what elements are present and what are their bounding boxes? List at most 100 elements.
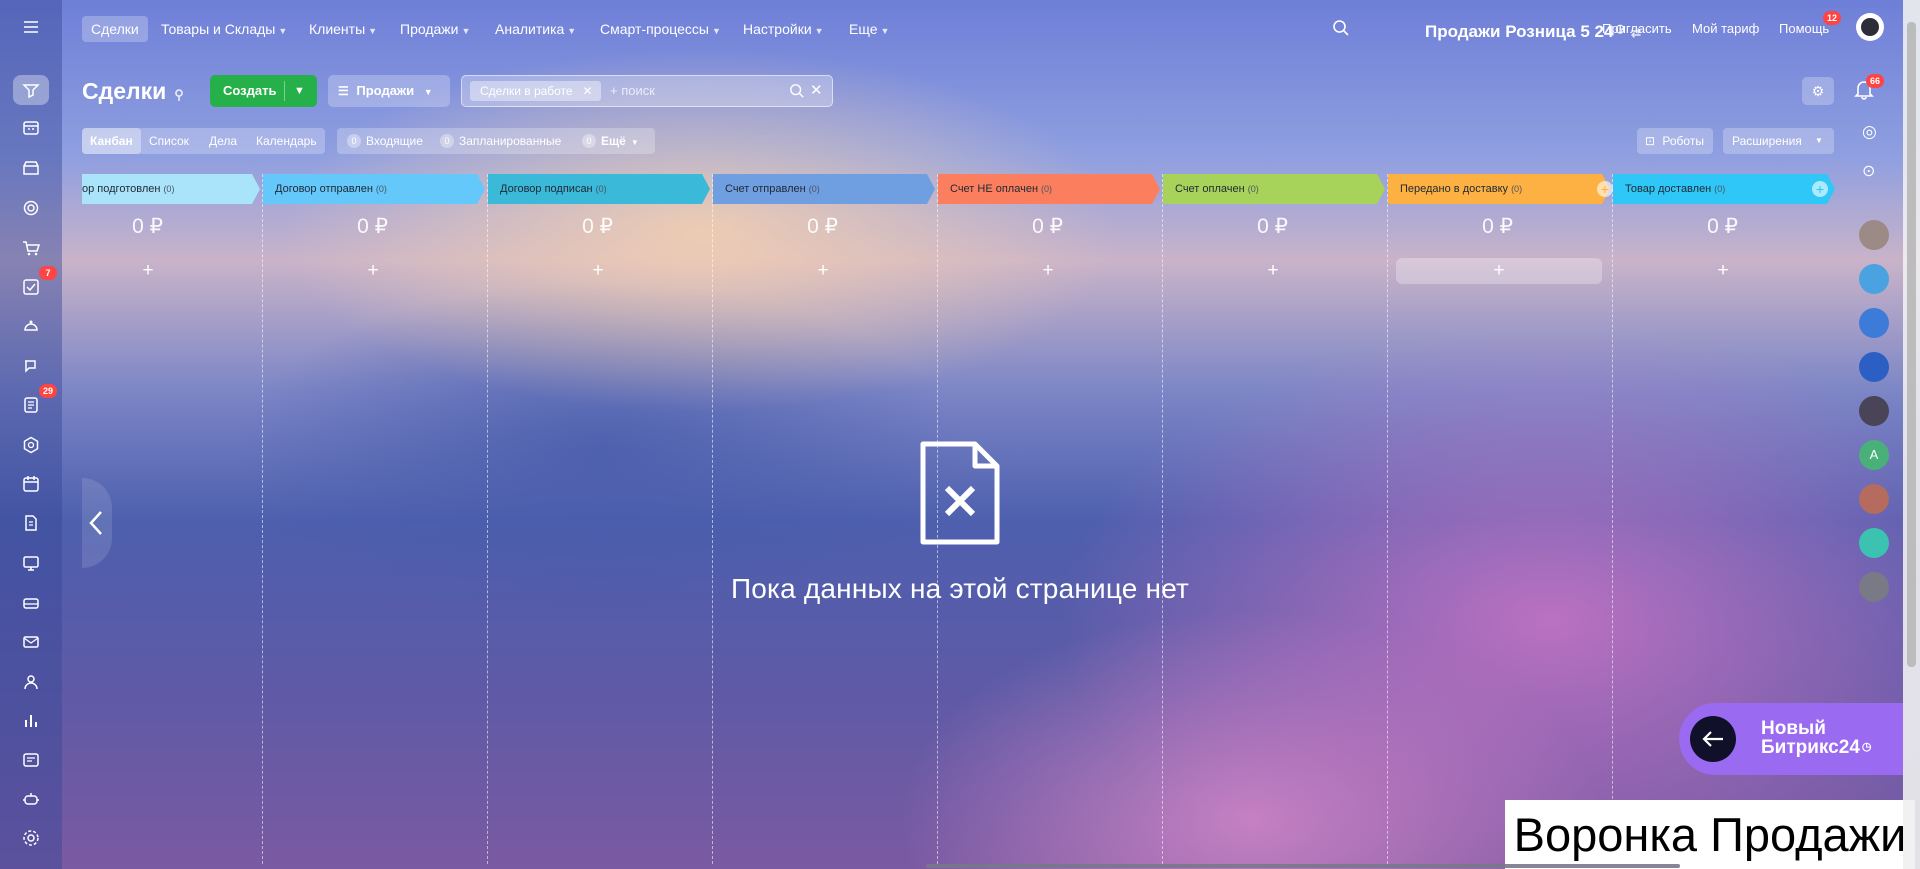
- copilot-icon[interactable]: ◎: [1862, 122, 1877, 142]
- hexagon-icon[interactable]: [13, 430, 49, 460]
- help-button[interactable]: Помощь: [1779, 16, 1829, 42]
- nav-sales[interactable]: Продажи ▼: [391, 16, 479, 42]
- chart-icon[interactable]: [13, 706, 49, 736]
- nav-clients[interactable]: Клиенты ▼: [300, 16, 386, 42]
- chevron-down-icon: ▼: [630, 138, 639, 147]
- create-button[interactable]: Создать ▼: [210, 75, 317, 107]
- quick-add-button[interactable]: +: [45, 258, 251, 284]
- chevron-down-icon: ▼: [278, 26, 288, 36]
- view-list[interactable]: Список: [141, 128, 197, 154]
- extensions-button[interactable]: Расширения ▼: [1723, 128, 1834, 154]
- invite-button[interactable]: Пригласить: [1602, 16, 1672, 42]
- avatar[interactable]: [1859, 352, 1889, 382]
- scroll-left-button[interactable]: [82, 478, 112, 568]
- search-icon[interactable]: [789, 83, 805, 104]
- stage-header[interactable]: Товар доставлен (0): [1613, 174, 1835, 204]
- counter-planned[interactable]: 0 Запланированные: [440, 128, 561, 154]
- clear-icon[interactable]: ✕: [810, 81, 823, 99]
- quick-add-button[interactable]: +: [1170, 258, 1376, 284]
- quick-add-button[interactable]: +: [1620, 258, 1826, 284]
- feed-icon[interactable]: 29: [13, 384, 57, 420]
- chat-icon[interactable]: [13, 351, 49, 381]
- quick-add-button[interactable]: +: [945, 258, 1151, 284]
- quick-add-button[interactable]: +: [270, 258, 476, 284]
- add-stage-icon[interactable]: +: [1597, 181, 1613, 197]
- stage-header[interactable]: Счет оплачен (0): [1163, 174, 1385, 204]
- stage-header[interactable]: Счет НЕ оплачен (0): [938, 174, 1160, 204]
- nav-smart-processes[interactable]: Смарт-процессы ▼: [591, 16, 730, 42]
- search-icon[interactable]: [1332, 19, 1350, 42]
- page-title: Сделки ⚲: [82, 78, 184, 104]
- horizontal-scrollbar[interactable]: [926, 864, 1680, 868]
- avatar[interactable]: [1859, 220, 1889, 250]
- stage-header[interactable]: Договор отправлен (0): [263, 174, 485, 204]
- stage-header[interactable]: Передано в доставку (0): [1388, 174, 1610, 204]
- robot-icon[interactable]: [13, 312, 49, 342]
- avatar[interactable]: [1859, 308, 1889, 338]
- scrollbar-thumb[interactable]: [1907, 22, 1916, 667]
- promo-text: Новый Битрикс24 ◷: [1761, 718, 1872, 758]
- crm-icon[interactable]: [13, 75, 49, 105]
- chevron-down-icon[interactable]: ▼: [294, 75, 305, 107]
- avatar[interactable]: [1859, 572, 1889, 602]
- feed-badge: 29: [39, 384, 57, 398]
- robot-icon: ⊡: [1645, 134, 1656, 148]
- nav-products-warehouses[interactable]: Товары и Склады ▼: [152, 16, 296, 42]
- add-stage-icon[interactable]: +: [1812, 181, 1828, 197]
- nav-analytics[interactable]: Аналитика ▼: [486, 16, 585, 42]
- quick-add-button[interactable]: +: [720, 258, 926, 284]
- sites-icon[interactable]: [13, 745, 49, 775]
- my-tariff-button[interactable]: Мой тариф: [1692, 16, 1759, 42]
- chat-search-icon[interactable]: ⊙: [1862, 161, 1875, 181]
- groups-icon[interactable]: [13, 667, 49, 697]
- stage-header[interactable]: ор подготовлен (0): [82, 174, 260, 204]
- quick-add-button[interactable]: +: [1396, 258, 1602, 284]
- avatar[interactable]: [1859, 264, 1889, 294]
- top-navigation: Сделки Товары и Склады ▼ Клиенты ▼ Продажи…: [62, 0, 1900, 54]
- doc-icon[interactable]: [13, 508, 49, 538]
- close-icon[interactable]: ✕: [583, 81, 593, 101]
- calendar-grid-icon[interactable]: [13, 113, 49, 143]
- stage-sum: 0 ₽: [357, 215, 388, 238]
- settings-button[interactable]: ⚙: [1802, 77, 1834, 105]
- avatar[interactable]: [1859, 396, 1889, 426]
- robots-button[interactable]: ⊡ Роботы: [1637, 128, 1713, 154]
- funnel-icon: ☰: [338, 84, 349, 98]
- filter-chip[interactable]: Сделки в работе ✕: [470, 81, 601, 101]
- counter-incoming[interactable]: 0 Входящие: [347, 128, 423, 154]
- user-avatar[interactable]: [1856, 13, 1884, 41]
- vertical-scrollbar[interactable]: [1903, 0, 1920, 869]
- nav-settings[interactable]: Настройки ▼: [734, 16, 833, 42]
- store-icon[interactable]: [13, 153, 49, 183]
- avatar[interactable]: [1859, 484, 1889, 514]
- funnel-selector[interactable]: ☰ Продажи ▼: [328, 75, 450, 107]
- search-input[interactable]: + поиск: [610, 76, 655, 106]
- arrow-left-icon: [1690, 716, 1736, 762]
- chevron-down-icon: ▼: [1815, 136, 1823, 145]
- counter-more[interactable]: 0 Ещё ▼: [582, 128, 639, 156]
- stage-header[interactable]: Счет отправлен (0): [713, 174, 935, 204]
- calendar-icon[interactable]: [13, 469, 49, 499]
- menu-icon[interactable]: [13, 12, 49, 42]
- view-activities[interactable]: Дела: [201, 128, 245, 154]
- board-icon[interactable]: [13, 548, 49, 578]
- mail-icon[interactable]: [13, 627, 49, 657]
- settings-icon[interactable]: [13, 823, 49, 853]
- drive-icon[interactable]: [13, 588, 49, 618]
- quick-add-button[interactable]: +: [495, 258, 701, 284]
- stage-header[interactable]: Договор подписан (0): [488, 174, 710, 204]
- funnel-label: Продажи: [356, 83, 415, 98]
- view-kanban[interactable]: Канбан: [82, 128, 141, 154]
- new-bitrix-promo[interactable]: Новый Битрикс24 ◷: [1679, 703, 1903, 775]
- pin-icon[interactable]: ⚲: [174, 87, 184, 102]
- avatar[interactable]: [1859, 528, 1889, 558]
- view-calendar[interactable]: Календарь: [248, 128, 325, 154]
- filter-search-box[interactable]: Сделки в работе ✕ + поиск ✕: [461, 75, 833, 107]
- tasks-icon[interactable]: 7: [13, 266, 57, 302]
- chevron-down-icon: ▼: [368, 26, 378, 36]
- avatar[interactable]: A: [1859, 440, 1889, 470]
- bot-icon[interactable]: [13, 784, 49, 814]
- view-switcher: Канбан Список Дела Календарь: [82, 128, 325, 154]
- nav-more[interactable]: Еще ▼: [840, 16, 898, 42]
- nav-deals[interactable]: Сделки: [82, 16, 148, 42]
